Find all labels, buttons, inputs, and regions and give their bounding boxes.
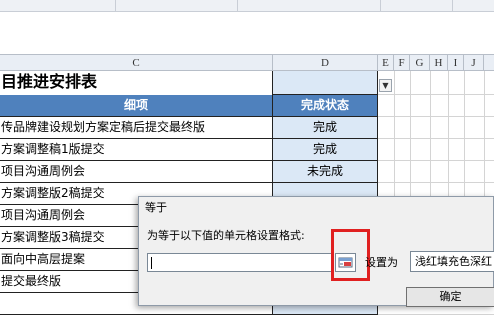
column-header-d[interactable]: D (273, 55, 378, 71)
equal-to-dialog: 等于 为等于以下值的单元格设置格式: 设置为 浅红填充色深红 确定 (138, 196, 494, 307)
empty-cells[interactable] (378, 117, 494, 139)
ok-button[interactable]: 确定 (406, 287, 494, 307)
empty-cells[interactable] (378, 71, 494, 95)
title-d-cell[interactable] (273, 71, 378, 95)
table-row: 方案调整稿1版提交 完成 (0, 139, 494, 161)
column-header-e[interactable]: E (378, 55, 394, 71)
item-cell[interactable]: 项目沟通周例会 (0, 161, 273, 183)
ribbon-separator (380, 0, 381, 12)
text-caret (151, 257, 152, 269)
dialog-instruction: 为等于以下值的单元格设置格式: (147, 229, 305, 242)
table-row-title: 目推进安排表 (0, 71, 494, 95)
table-row: 传品牌建设规划方案定稿后提交最终版 完成 (0, 117, 494, 139)
header-item[interactable]: 细项 (0, 95, 273, 117)
status-cell[interactable]: 完成 (273, 139, 378, 161)
table-header-row: 细项 完成状态 (0, 95, 494, 117)
dialog-title: 等于 (145, 201, 167, 214)
column-header-row: C D E F G H I J (0, 54, 494, 71)
ribbon-separator (452, 0, 453, 12)
format-select[interactable]: 浅红填充色深红 (410, 251, 494, 272)
empty-cells[interactable] (378, 139, 494, 161)
header-status[interactable]: 完成状态 (273, 95, 378, 117)
item-cell[interactable]: 方案调整稿1版提交 (0, 139, 273, 161)
column-header-g[interactable]: G (410, 55, 430, 71)
ribbon-separator (237, 0, 238, 12)
column-header-i[interactable]: I (448, 55, 464, 71)
column-header-j[interactable]: J (464, 55, 484, 71)
status-cell[interactable]: 未完成 (273, 161, 378, 183)
empty-cells[interactable] (378, 95, 494, 117)
formula-area (0, 12, 494, 54)
empty-cells[interactable] (378, 161, 494, 183)
column-header-h[interactable]: H (430, 55, 448, 71)
ribbon-strip (0, 0, 494, 12)
item-cell[interactable]: 传品牌建设规划方案定稿后提交最终版 (0, 117, 273, 139)
dropdown-arrow-icon[interactable]: ▼ (379, 79, 392, 92)
set-as-label: 设置为 (365, 256, 398, 269)
column-header-c[interactable]: C (0, 55, 273, 71)
value-input[interactable] (147, 253, 333, 272)
status-cell[interactable]: 完成 (273, 117, 378, 139)
table-row: 项目沟通周例会 未完成 (0, 161, 494, 183)
sheet-title[interactable]: 目推进安排表 (0, 71, 273, 95)
highlight-box (331, 229, 370, 281)
ribbon-separator (115, 0, 116, 12)
column-header-f[interactable]: F (394, 55, 410, 71)
